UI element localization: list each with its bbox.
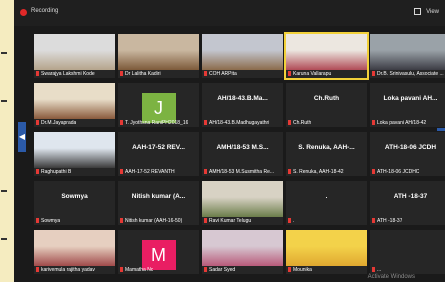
participant-video [202,181,283,217]
participant-name-label: AH/18-43.B.Madhugayathri [204,120,269,126]
participant-video [370,34,445,70]
participant-video [34,83,115,119]
participant-tile[interactable]: COH ARPita [201,33,284,79]
participant-name-label: Loka pavani AH/18-42 [372,120,426,126]
participant-tile[interactable]: Dr.B. Srinivasulu, Associate ... [369,33,445,79]
participant-name-label: AAH-17-52 REVANTH [120,169,175,175]
participant-tile[interactable]: Dr.M.Jayaprada [33,82,116,128]
participant-name-label: Mounika [288,267,312,273]
participant-name-label: ATH -18-37 [372,218,402,224]
participant-video [34,34,115,70]
participant-display-name: Nitish kumar (A... [131,193,186,200]
participant-name-label: Nitish kumar (AAH-16-50) [120,218,182,224]
view-button[interactable]: View [414,8,439,15]
participant-name-label: . [288,218,294,224]
view-label: View [426,9,439,16]
participant-name-label: Sowmya [36,218,60,224]
participant-tile[interactable]: Nitish kumar (A... Nitish kumar (AAH-16-5… [117,180,200,226]
participant-tile[interactable]: Karuna Vallarapu [284,32,369,80]
participant-name-label: Sadar Syed [204,267,235,273]
participant-display-name: Loka pavani AH... [383,95,438,102]
participant-name-label: AMH/18-53 M.Susmitha Re... [204,169,274,175]
background-dash [1,100,7,102]
participant-video [34,132,115,168]
participant-display-name: AH/18-43.B.Ma... [217,95,268,102]
participant-tile[interactable]: Raghupathi B [33,131,116,177]
participant-name-label: Karuna Vallarapu [288,71,331,77]
participant-name-label: ... [372,267,381,273]
participant-display-name: Ch.Ruth [313,95,340,102]
participant-name-label: Dr.M.Jayaprada [36,120,76,126]
participant-tile[interactable]: AAH-17-52 REV... AAH-17-52 REVANTH [117,131,200,177]
participant-tile[interactable]: .. [285,180,368,226]
participant-name-label: karivemula rajitha yadav [36,267,95,273]
participant-video [202,34,283,70]
meeting-window: Recording View ◀ ▶ Swarajya Lakshmi Kode… [14,0,445,282]
participant-tile[interactable]: J T. Jyothsna RaniPH2018_16 [117,82,200,128]
participant-tile[interactable]: ATH-18-06 JCDH ATH-18-06 JCDHC [369,131,445,177]
participant-tile[interactable]: Sadar Syed [201,229,284,275]
participant-display-name: AAH-17-52 REV... [132,144,185,151]
participant-tile[interactable]: AH/18-43.B.Ma... AH/18-43.B.Madhugayathri [201,82,284,128]
participant-video [118,34,199,70]
background-dash [1,238,7,240]
participant-tile[interactable]: ... [369,229,445,275]
participant-grid: Swarajya Lakshmi Kode Dr Lalitha Kadiri CO… [14,32,445,275]
participant-tile[interactable]: ATH -18-37 ATH -18-37 [369,180,445,226]
participant-tile[interactable]: Swarajya Lakshmi Kode [33,33,116,79]
watermark: Activate Windows [367,274,415,280]
recording-label: Recording [31,8,59,14]
participant-tile[interactable]: Loka pavani AH... Loka pavani AH/18-42 [369,82,445,128]
participant-tile[interactable]: Ravi Kumar Telugu [201,180,284,226]
participant-tile[interactable]: karivemula rajitha yadav [33,229,116,275]
participant-tile[interactable]: Sowmya Sowmya [33,180,116,226]
top-bar: Recording View [14,0,445,26]
participant-name-label: Ch.Ruth [288,120,311,126]
participant-avatar: J [141,93,176,123]
participant-display-name: . [325,193,328,200]
participant-tile[interactable]: AMH/18-53 M.S... AMH/18-53 M.Susmitha Re.… [201,131,284,177]
participant-display-name: S. Renuka, AAH-... [298,144,355,151]
grid-view-icon [414,8,422,15]
participant-video [286,34,367,70]
participant-display-name: AMH/18-53 M.S... [216,144,269,151]
participant-tile[interactable]: Dr Lalitha Kadiri [117,33,200,79]
participant-name-label: Dr.B. Srinivasulu, Associate ... [372,71,444,77]
background-dash [1,190,7,192]
participant-name-label: Ravi Kumar Telugu [204,218,251,224]
participant-tile[interactable]: Ch.Ruth Ch.Ruth [285,82,368,128]
participant-display-name: ATH-18-06 JCDH [384,144,437,151]
participant-video [286,230,367,266]
participant-name-label: COH ARPita [204,71,237,77]
participant-name-label: Swarajya Lakshmi Kode [36,71,95,77]
participant-video [34,230,115,266]
participant-video [202,230,283,266]
participant-avatar: M [141,240,176,270]
participant-name-label: S. Renuka, AAH-18-42 [288,169,344,175]
participant-name-label: Dr Lalitha Kadiri [120,71,161,77]
participant-tile[interactable]: S. Renuka, AAH-... S. Renuka, AAH-18-42 [285,131,368,177]
participant-display-name: Sowmya [61,193,88,200]
participant-name-label: Mamatha Nc [120,267,153,273]
participant-name-label: T. Jyothsna RaniPH2018_16 [120,120,188,126]
participant-name-label: Raghupathi B [36,169,71,175]
participant-tile[interactable]: Mounika [285,229,368,275]
background-dash [1,52,7,54]
participant-tile[interactable]: M Mamatha Nc [117,229,200,275]
participant-display-name: ATH -18-37 [393,193,428,200]
participant-name-label: ATH-18-06 JCDHC [372,169,419,175]
recording-icon [20,9,27,16]
